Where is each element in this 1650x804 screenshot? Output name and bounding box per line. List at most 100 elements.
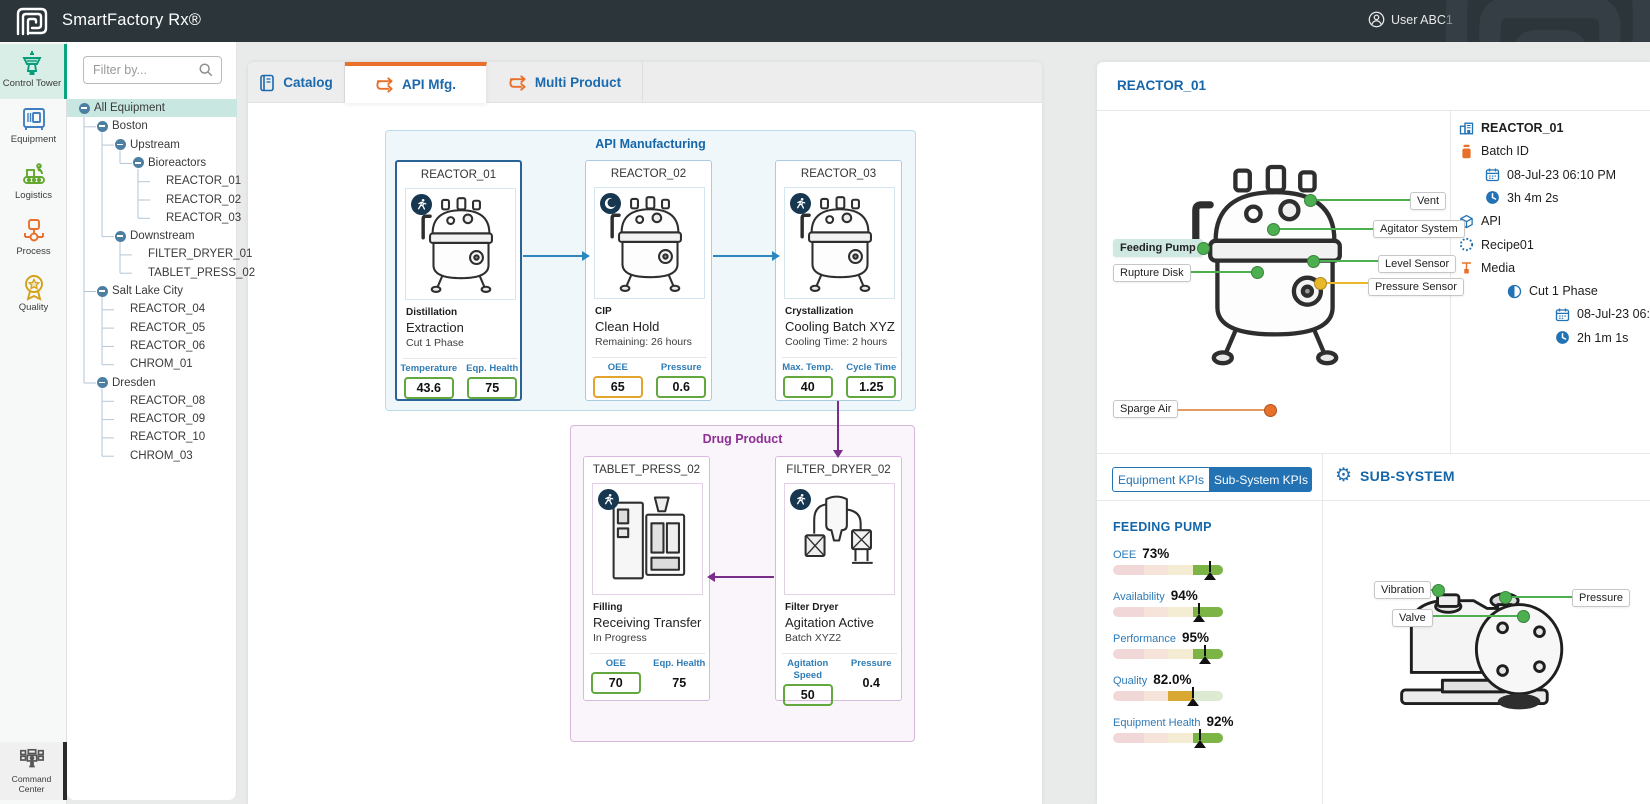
tree-node-reactor-01[interactable]: REACTOR_01: [67, 172, 237, 190]
card-kpi-value: 1.25: [846, 376, 896, 398]
callout-pressure-sensor[interactable]: Pressure Sensor: [1368, 278, 1464, 296]
kpi-label: Equipment Health: [1113, 717, 1200, 729]
equipment-card-tablet_press_02[interactable]: TABLET_PRESS_02 Filling Receiving Transf…: [583, 456, 710, 701]
tab-api-mfg-[interactable]: API Mfg.: [345, 62, 487, 103]
callout-pressure[interactable]: Pressure: [1572, 589, 1630, 607]
tree-node-all-equipment[interactable]: All Equipment: [67, 99, 237, 117]
tab-multi-product[interactable]: Multi Product: [487, 62, 643, 103]
reactor-illustration: [418, 197, 504, 299]
tree-node-reactor-10[interactable]: REACTOR_10: [67, 428, 237, 446]
collapse-icon[interactable]: [97, 377, 108, 388]
sensor-dot-level-sensor[interactable]: [1307, 255, 1320, 268]
kpi-bullet-bar: [1113, 649, 1223, 659]
collapse-icon[interactable]: [133, 157, 144, 168]
tree-node-boston[interactable]: Boston: [67, 117, 237, 135]
card-kpi-label: Agitation Speed: [776, 658, 840, 682]
process-flow-panel: CatalogAPI Mfg.Multi Product API Manufac…: [248, 62, 1042, 804]
tree-node-salt-lake-city[interactable]: Salt Lake City: [67, 282, 237, 300]
sidebar-item-logistics[interactable]: Logistics: [0, 156, 67, 211]
filter-input[interactable]: [84, 63, 198, 77]
tree-node-reactor-08[interactable]: REACTOR_08: [67, 392, 237, 410]
callout-sparge-air[interactable]: Sparge Air: [1113, 400, 1178, 418]
callout-feeding-pump[interactable]: Feeding Pump: [1113, 239, 1203, 257]
card-kpi-label: Temperature: [397, 363, 461, 375]
sidebar-item-label: Control Tower: [0, 78, 64, 89]
tree-node-reactor-03[interactable]: REACTOR_03: [67, 209, 237, 227]
tree-node-tablet-press-02[interactable]: TABLET_PRESS_02: [67, 264, 237, 282]
sensor-dot-pressure[interactable]: [1499, 591, 1512, 604]
tree-node-dresden[interactable]: Dresden: [67, 374, 237, 392]
card-kpi-label: Eqp. Health: [461, 363, 525, 375]
card-kpi-label: Cycle Time: [840, 362, 904, 374]
toggle-sub-system-kpis[interactable]: Sub-System KPIs: [1210, 467, 1312, 492]
sidebar-item-label: Process: [0, 246, 67, 257]
tree-node-bioreactors[interactable]: Bioreactors: [67, 154, 237, 172]
subsystem-illustration-area: Vibration Valve Pressure: [1322, 501, 1650, 804]
tree-node-reactor-02[interactable]: REACTOR_02: [67, 191, 237, 209]
sensor-dot-vent[interactable]: [1304, 194, 1317, 207]
callout-vent[interactable]: Vent: [1410, 192, 1446, 210]
filter-field[interactable]: [83, 56, 222, 84]
collapse-icon[interactable]: [79, 103, 90, 114]
sensor-dot-pressure-sensor[interactable]: [1314, 277, 1327, 290]
sensor-dot-sparge-air[interactable]: [1264, 404, 1277, 417]
callout-rupture-disk[interactable]: Rupture Disk: [1113, 264, 1191, 282]
callout-valve[interactable]: Valve: [1392, 609, 1433, 627]
tree-node-reactor-09[interactable]: REACTOR_09: [67, 410, 237, 428]
collapse-icon[interactable]: [115, 231, 126, 242]
flow-arrow-fd-tp: [714, 576, 774, 578]
detail-text: 08-Jul-23 06:10 PM: [1507, 168, 1616, 182]
callout-vibration[interactable]: Vibration: [1374, 581, 1431, 599]
equipment-card-filter_dryer_02[interactable]: FILTER_DRYER_02 Filter Dryer Agitation A…: [775, 456, 902, 701]
collapse-icon[interactable]: [115, 139, 126, 150]
equipment-card-reactor_03[interactable]: REACTOR_03 Crystallization Cooling Batch…: [775, 160, 902, 401]
sensor-dot-rupture-disk[interactable]: [1251, 266, 1264, 279]
sidebar-item-equipment[interactable]: Equipment: [0, 100, 67, 155]
equipment-card-reactor_01[interactable]: REACTOR_01 Distillation Extraction Cut 1…: [395, 160, 522, 401]
tree-node-reactor-06[interactable]: REACTOR_06: [67, 337, 237, 355]
equipment-card-reactor_02[interactable]: REACTOR_02 CIP Clean Hold Remaining: 26 …: [585, 160, 712, 401]
tree-node-label: REACTOR_10: [130, 431, 205, 443]
status-badge: [411, 194, 432, 215]
sensor-dot-vibration[interactable]: [1432, 584, 1445, 597]
callout-level-sensor[interactable]: Level Sensor: [1378, 255, 1456, 273]
tree-node-label: REACTOR_09: [130, 413, 205, 425]
tablet-press-illustration: [605, 492, 691, 594]
card-status-detail: Batch XYZ2: [785, 631, 897, 645]
card-kpi-value: 50: [783, 684, 833, 706]
tree-node-filter-dryer-01[interactable]: FILTER_DRYER_01: [67, 245, 237, 263]
collapse-icon[interactable]: [97, 286, 108, 297]
tree-node-chrom-03[interactable]: CHROM_03: [67, 447, 237, 465]
sensor-dot-agitator-system[interactable]: [1267, 223, 1280, 236]
control-tower-icon: [18, 49, 46, 77]
callout-line: [1313, 260, 1378, 262]
sidebar-item-control-tower[interactable]: Control Tower: [0, 44, 67, 99]
calendar-icon: [1484, 167, 1500, 183]
kpi-value: 82.0%: [1153, 672, 1191, 687]
sensor-dot-feeding-pump[interactable]: [1197, 242, 1210, 255]
card-kpi-value: 65: [593, 376, 643, 398]
running-icon: [602, 493, 615, 506]
toggle-equipment-kpis[interactable]: Equipment KPIs: [1112, 467, 1210, 492]
kpi-bullet-bar: [1113, 733, 1223, 743]
detail-panel-title: REACTOR_01: [1117, 78, 1206, 93]
tree-node-reactor-05[interactable]: REACTOR_05: [67, 319, 237, 337]
collapse-icon[interactable]: [97, 121, 108, 132]
callout-agitator-system[interactable]: Agitator System: [1373, 220, 1465, 238]
clock-icon: [1484, 190, 1500, 206]
status-badge: [598, 489, 619, 510]
kpi-section-title: FEEDING PUMP: [1113, 520, 1212, 534]
sensor-dot-valve[interactable]: [1517, 610, 1530, 623]
kpi-oee: OEE73%: [1113, 546, 1293, 575]
sidebar-item-process[interactable]: Process: [0, 212, 67, 267]
sidebar-item-command-center[interactable]: Command Center: [0, 742, 67, 800]
card-status-detail: Cut 1 Phase: [406, 336, 518, 350]
kpi-needle: [1199, 645, 1211, 664]
nav-rail: Control Tower EquipmentLogistics Process Qu…: [0, 42, 67, 804]
tree-node-reactor-04[interactable]: REACTOR_04: [67, 300, 237, 318]
tab-catalog[interactable]: Catalog: [248, 62, 345, 103]
tree-node-downstream[interactable]: Downstream: [67, 227, 237, 245]
sidebar-item-quality[interactable]: Quality: [0, 268, 67, 323]
tree-node-upstream[interactable]: Upstream: [67, 136, 237, 154]
tree-node-chrom-01[interactable]: CHROM_01: [67, 355, 237, 373]
